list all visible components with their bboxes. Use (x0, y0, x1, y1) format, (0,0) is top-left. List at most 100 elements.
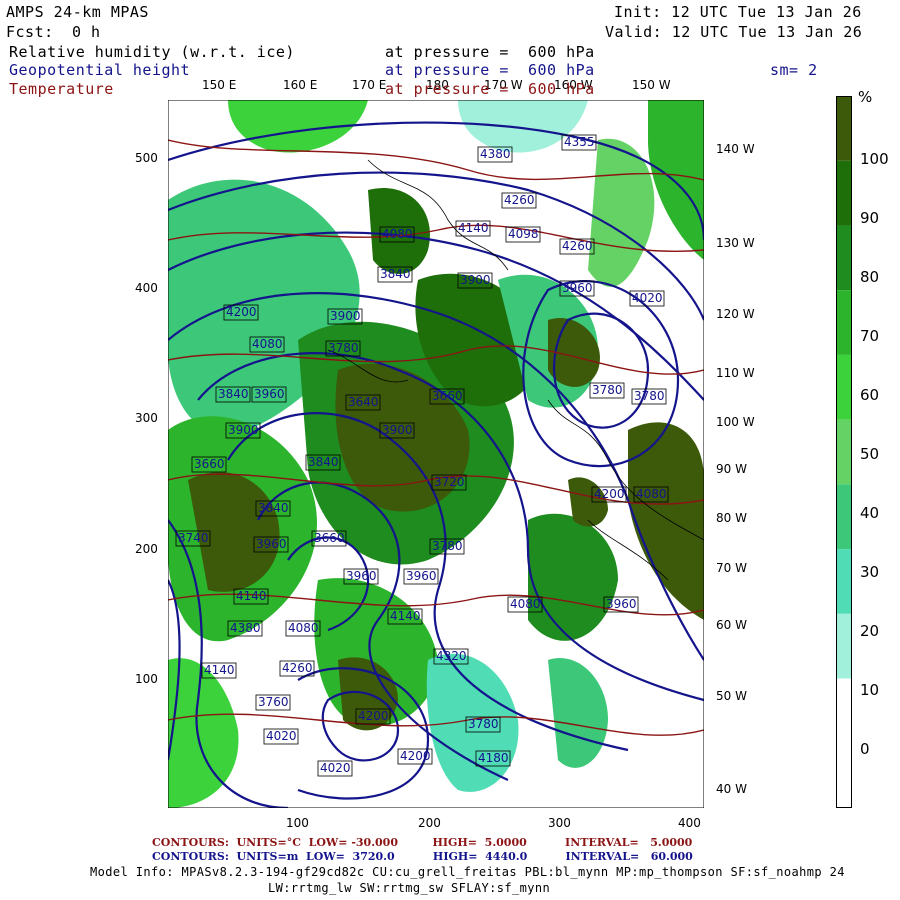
height-label: 4355 (561, 134, 597, 151)
colorbar-label: 0 (860, 740, 870, 758)
svg-text:4080: 4080 (288, 621, 319, 635)
svg-text:3840: 3840 (308, 455, 339, 469)
svg-text:4380: 4380 (480, 147, 511, 161)
height-label: 4200 (355, 708, 391, 725)
colorbar-label: 60 (860, 386, 880, 404)
colorbar-segment (836, 743, 852, 808)
model-info-line1: Model Info: MPASv8.2.3-194-gf29cd82c CU:… (90, 865, 845, 879)
svg-text:4200: 4200 (594, 487, 625, 501)
temp-contour-info: CONTOURS: UNITS=°C LOW= -30.000 HIGH= 5.… (152, 836, 693, 849)
svg-text:4080: 4080 (636, 487, 667, 501)
svg-text:3960: 3960 (346, 569, 377, 583)
svg-text:4260: 4260 (504, 193, 535, 207)
colorbar-segment (836, 96, 852, 161)
svg-text:4098: 4098 (508, 227, 539, 241)
height-label: 4080 (285, 620, 321, 637)
colorbar-label: 20 (860, 622, 880, 640)
valid-time: Valid: 12 UTC Tue 13 Jan 26 (605, 23, 863, 41)
colorbar-segment (836, 678, 852, 744)
colorbar-label: 100 (860, 150, 889, 168)
height-label: 3960 (559, 280, 595, 297)
height-label: 3960 (253, 536, 289, 553)
model-info-line2: LW:rrtmg_lw SW:rrtmg_sw SFLAY:sf_mynn (268, 881, 551, 895)
height-label: 4140 (455, 220, 491, 237)
height-label: 3960 (603, 596, 639, 613)
svg-text:3900: 3900 (382, 423, 413, 437)
y-tick-100: 100 (135, 672, 158, 686)
height-label: 4260 (279, 660, 315, 677)
height-label: 3840 (305, 454, 341, 471)
svg-text:4020: 4020 (266, 729, 297, 743)
colorbar-segment (836, 290, 852, 355)
height-label: 4020 (263, 728, 299, 745)
height-label: 3960 (343, 568, 379, 585)
colorbar-segment (836, 419, 852, 485)
lon-label-150e: 150 E (202, 78, 237, 92)
svg-text:4320: 4320 (436, 649, 467, 663)
height-label: 4080 (379, 226, 415, 243)
height-label: 4380 (227, 620, 263, 637)
svg-text:3900: 3900 (460, 273, 491, 287)
height-label: 4260 (559, 238, 595, 255)
height-label: 4080 (249, 336, 285, 353)
field-height-name: Geopotential height (9, 61, 191, 79)
lon-label-100w: 100 W (716, 415, 755, 429)
svg-text:3900: 3900 (330, 309, 361, 323)
height-label: 4180 (475, 750, 511, 767)
height-label: 4260 (501, 192, 537, 209)
height-label: 4080 (633, 486, 669, 503)
field-rh-level: at pressure = 600 hPa (385, 43, 595, 61)
colorbar-label: 90 (860, 209, 880, 227)
height-label: 3780 (631, 388, 667, 405)
y-tick-400: 400 (135, 281, 158, 295)
x-tick-100: 100 (286, 816, 309, 830)
svg-text:3640: 3640 (348, 395, 379, 409)
height-label: 3780 (429, 538, 465, 555)
lon-label-50w: 50 W (716, 689, 747, 703)
lon-label-110w: 110 W (716, 366, 755, 380)
height-label: 4200 (591, 486, 627, 503)
colorbar-label: 80 (860, 268, 880, 286)
smoothing-label: sm= 2 (770, 61, 818, 79)
colorbar-segment (836, 484, 852, 550)
y-tick-200: 200 (135, 542, 158, 556)
svg-text:4140: 4140 (390, 609, 421, 623)
svg-text:4200: 4200 (226, 305, 257, 319)
lon-label-90w: 90 W (716, 462, 747, 476)
colorbar-label: 40 (860, 504, 880, 522)
height-label: 3780 (325, 340, 361, 357)
forecast-label: Fcst: (6, 23, 54, 41)
height-label: 4140 (233, 588, 269, 605)
model-title: AMPS 24-km MPAS (6, 3, 149, 21)
svg-text:3960: 3960 (562, 281, 593, 295)
colorbar (836, 96, 852, 808)
height-label: 3660 (311, 530, 347, 547)
svg-text:4380: 4380 (230, 621, 261, 635)
height-label: 4200 (223, 304, 259, 321)
svg-text:4200: 4200 (358, 709, 389, 723)
svg-text:3960: 3960 (254, 387, 285, 401)
height-label: 4020 (317, 760, 353, 777)
height-label: 3840 (255, 500, 291, 517)
svg-text:3780: 3780 (328, 341, 359, 355)
height-label: 4020 (629, 290, 665, 307)
height-label: 3720 (431, 474, 467, 491)
height-label: 3900 (225, 422, 261, 439)
height-label: 4140 (201, 662, 237, 679)
svg-text:4080: 4080 (382, 227, 413, 241)
svg-text:3780: 3780 (468, 717, 499, 731)
svg-text:3960: 3960 (606, 597, 637, 611)
rh-height-temp-map: 4380 4355 4260 4080 4140 4098 4260 3840 3900 3960… (168, 100, 704, 808)
height-label: 3840 (377, 266, 413, 283)
lon-label-130w: 130 W (716, 236, 755, 250)
field-temp-name: Temperature (9, 80, 114, 98)
height-label: 3760 (255, 694, 291, 711)
height-label: 3660 (429, 388, 465, 405)
height-label: 3780 (465, 716, 501, 733)
y-tick-300: 300 (135, 411, 158, 425)
lon-label-150w: 150 W (632, 78, 671, 92)
svg-text:4260: 4260 (282, 661, 313, 675)
colorbar-segment (836, 549, 852, 614)
height-label: 3960 (403, 568, 439, 585)
svg-text:4020: 4020 (320, 761, 351, 775)
